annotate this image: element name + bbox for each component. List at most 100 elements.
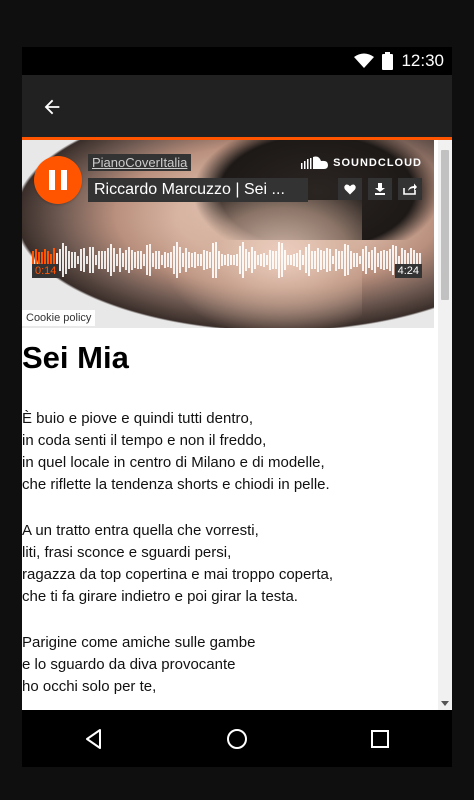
waveform-bar (389, 248, 391, 272)
waveform-bar (371, 250, 373, 270)
waveform-bar (104, 251, 106, 269)
waveform-bar (398, 255, 400, 265)
waveform-bar (284, 250, 286, 270)
download-button[interactable] (368, 178, 392, 200)
waveform-bar (263, 252, 265, 268)
waveform-bar (152, 252, 154, 268)
soundcloud-cloud-icon (301, 156, 329, 169)
waveform-bar (89, 247, 91, 273)
track-user-link[interactable]: PianoCoverItalia (88, 154, 192, 171)
pause-button[interactable] (34, 156, 82, 204)
waveform-bar (146, 245, 148, 275)
waveform-bar (110, 244, 112, 276)
waveform-bar (296, 253, 298, 267)
waveform-bar (212, 242, 214, 278)
waveform-bar (236, 253, 238, 267)
waveform-bar (380, 251, 382, 269)
waveform-bar (221, 254, 223, 266)
nav-back-button[interactable] (74, 719, 114, 759)
waveform-bar (254, 250, 256, 270)
back-button[interactable] (36, 91, 68, 123)
waveform-bar (194, 251, 196, 268)
battery-icon (382, 52, 394, 70)
waveform-bar (137, 250, 139, 270)
waveform-bar (323, 251, 325, 269)
download-icon (375, 183, 385, 195)
waveform-bar (326, 248, 328, 272)
share-button[interactable] (398, 178, 422, 200)
scroll-down-arrow-icon[interactable] (441, 701, 449, 706)
waveform-bar (299, 250, 301, 270)
track-duration: 4:24 (394, 264, 422, 278)
waveform-bar (329, 248, 331, 272)
waveform-bar (182, 253, 184, 267)
waveform-bar (350, 251, 352, 269)
waveform-bar (128, 246, 130, 274)
nav-recents-button[interactable] (360, 719, 400, 759)
waveform-bar (356, 252, 358, 268)
waveform-bar (107, 247, 109, 273)
soundcloud-brand-text: SOUNDCLOUD (333, 157, 422, 169)
waveform-bar (143, 253, 145, 267)
track-title[interactable]: Riccardo Marcuzzo | Sei ... (88, 178, 308, 202)
waveform-bar (332, 255, 334, 265)
waveform-bar (227, 254, 229, 266)
player-actions (338, 178, 422, 200)
waveform-bar (86, 255, 88, 265)
square-recents-icon (371, 729, 390, 748)
waveform-bar (305, 247, 307, 273)
status-bar: 12:30 (22, 47, 452, 75)
waveform-bar (302, 255, 304, 265)
waveform-bar (266, 255, 268, 265)
waveform-bar (260, 253, 262, 267)
waveform-bar (377, 253, 379, 267)
waveform-bar (374, 247, 376, 273)
pause-icon (46, 170, 70, 190)
heart-icon (344, 184, 356, 194)
waveform-bar (77, 255, 79, 265)
waveform-bar (65, 246, 67, 274)
waveform-bar (191, 253, 193, 267)
soundcloud-logo[interactable]: SOUNDCLOUD (301, 156, 422, 170)
waveform-bar (272, 251, 274, 269)
waveform-bar (230, 254, 232, 266)
scrollbar-thumb[interactable] (441, 150, 449, 300)
like-button[interactable] (338, 178, 362, 200)
waveform-bar (287, 255, 289, 265)
waveform-bar (215, 242, 217, 278)
waveform-bar (167, 253, 169, 267)
webview-content[interactable]: PianoCoverItalia Riccardo Marcuzzo | Sei… (22, 140, 452, 710)
waveform-bar (101, 250, 103, 270)
waveform-bar (320, 250, 322, 270)
waveform-bar (161, 255, 163, 265)
waveform-bar (359, 255, 361, 265)
waveform[interactable] (32, 236, 422, 284)
waveform-bar (365, 245, 367, 275)
waveform-bar (338, 250, 340, 270)
waveform-bar (233, 254, 235, 266)
waveform-bar (242, 241, 244, 279)
waveform-bar (134, 252, 136, 268)
waveform-bar (224, 254, 226, 266)
share-icon (403, 183, 417, 195)
waveform-bar (185, 247, 187, 273)
wifi-icon (354, 53, 375, 68)
arrow-left-icon (44, 99, 60, 115)
waveform-bar (251, 247, 253, 273)
current-time: 0:14 (32, 264, 60, 278)
waveform-bar (269, 249, 271, 271)
waveform-bar (368, 251, 370, 269)
waveform-bar (353, 253, 355, 267)
waveform-bar (341, 251, 343, 269)
triangle-back-icon (85, 728, 101, 749)
cookie-policy-link[interactable]: Cookie policy (22, 310, 96, 326)
waveform-bar (74, 251, 76, 269)
waveform-bar (386, 250, 388, 269)
waveform-bar (68, 251, 70, 269)
circle-home-icon (226, 728, 247, 749)
lyrics-stanza: È buio e piove e quindi tutti dentro, in… (22, 410, 330, 493)
lyrics-stanza: A un tratto entra quella che vorresti, l… (22, 522, 334, 605)
waveform-bar (188, 251, 190, 269)
nav-home-button[interactable] (217, 719, 257, 759)
scrollbar[interactable] (438, 140, 452, 710)
